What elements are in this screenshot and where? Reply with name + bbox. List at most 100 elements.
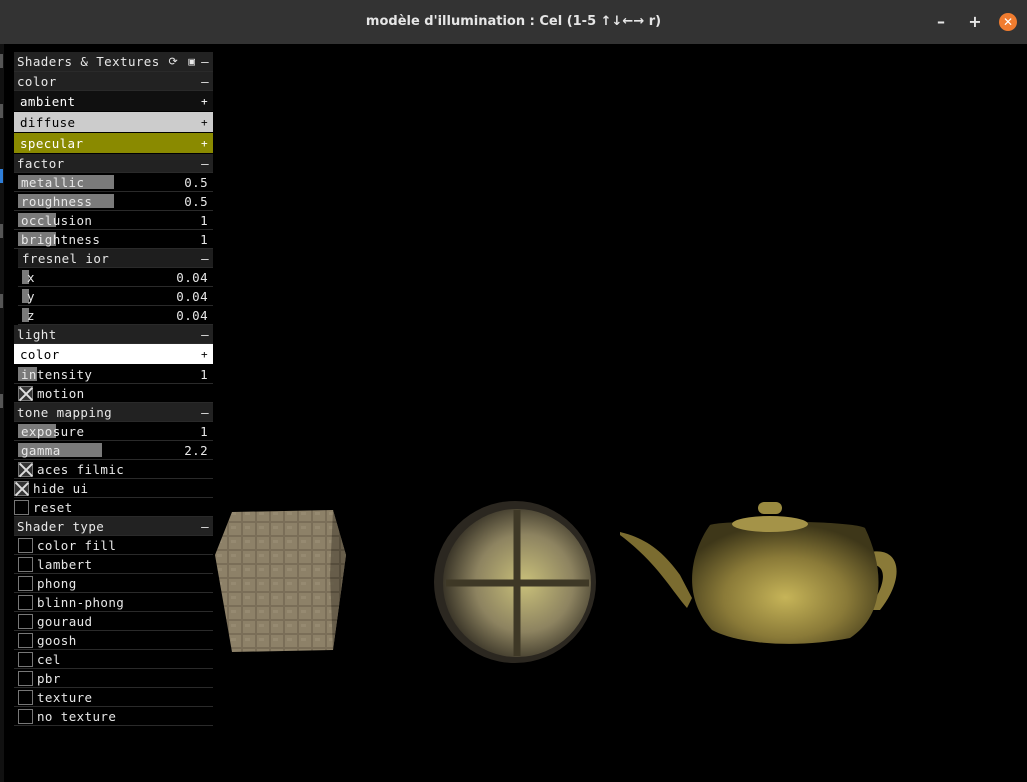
expand-icon[interactable]: + [201,91,208,112]
group-header-shader-type[interactable]: Shader type – [14,517,213,536]
slider-label: gamma [21,443,61,458]
slider-brightness[interactable]: brightness 1 [14,230,213,249]
toggle-motion[interactable]: motion [14,384,213,403]
minimize-button[interactable]: – [931,12,951,32]
edge-marker [0,224,3,238]
slider-value: 0.5 [184,175,208,190]
reset-button[interactable]: reset [14,498,213,517]
expand-icon[interactable]: + [201,344,208,365]
slider-gamma[interactable]: gamma 2.2 [14,441,213,460]
render-viewport[interactable] [200,480,920,680]
teapot [620,502,897,644]
shader-option[interactable]: gouraud [14,612,213,631]
color-specular[interactable]: specular + [14,133,213,154]
slider-metallic[interactable]: metallic 0.5 [14,173,213,192]
slider-value: 1 [200,213,208,228]
slider-intensity[interactable]: intensity 1 [14,365,213,384]
checkbox[interactable] [18,576,33,591]
checkbox-label: texture [37,690,93,705]
color-diffuse[interactable]: diffuse + [14,112,213,133]
slider-value: 1 [200,232,208,247]
checkbox-label: no texture [37,709,117,724]
save-load-icon[interactable]: ⟳ ▣ [169,52,197,72]
checkbox-label: color fill [37,538,117,553]
group-header-tone-mapping[interactable]: tone mapping – [14,403,213,422]
slider-label: z [27,308,35,323]
shader-option[interactable]: texture [14,688,213,707]
group-title: color [17,74,57,89]
group-header-color[interactable]: color – [14,72,213,91]
slider-value: 0.04 [176,270,208,285]
checkbox[interactable] [14,481,29,496]
slider-label: y [27,289,35,304]
checkbox-label: goosh [37,633,77,648]
shader-option[interactable]: cel [14,650,213,669]
checkbox[interactable] [18,595,33,610]
color-ambient[interactable]: ambient + [14,91,213,112]
slider-occlusion[interactable]: occlusion 1 [14,211,213,230]
shader-option[interactable]: no texture [14,707,213,726]
checkbox-label: lambert [37,557,93,572]
panel-header[interactable]: Shaders & Textures ⟳ ▣ – [14,52,213,72]
collapse-icon[interactable]: – [201,52,209,72]
group-title: factor [17,156,65,171]
checkbox-label: hide ui [33,481,89,496]
collapse-icon[interactable]: – [201,154,209,173]
slider-roughness[interactable]: roughness 0.5 [14,192,213,211]
collapse-icon[interactable]: – [201,325,209,344]
desktop-edge [0,44,4,782]
shader-option[interactable]: color fill [14,536,213,555]
group-header-factor[interactable]: factor – [14,154,213,173]
panel-title: Shaders & Textures [17,54,160,69]
edge-marker [0,104,3,118]
teapot-body [692,521,879,644]
shader-option[interactable]: pbr [14,669,213,688]
teapot-knob [758,502,782,514]
shader-option[interactable]: lambert [14,555,213,574]
checkbox[interactable] [18,709,33,724]
checkbox[interactable] [18,386,33,401]
slider-fresnel-z[interactable]: z 0.04 [18,306,213,325]
checkbox[interactable] [18,462,33,477]
close-button[interactable]: ✕ [999,13,1017,31]
toggle-hide-ui[interactable]: hide ui [14,479,213,498]
expand-icon[interactable]: + [201,112,208,133]
collapse-icon[interactable]: – [201,72,209,91]
checkbox[interactable] [18,652,33,667]
checkbox[interactable] [18,690,33,705]
checkbox-label: reset [33,500,73,515]
checkbox[interactable] [18,614,33,629]
checkbox-label: phong [37,576,77,591]
color-light[interactable]: color + [14,344,213,365]
slider-fresnel-y[interactable]: y 0.04 [18,287,213,306]
collapse-icon[interactable]: – [201,403,209,422]
shader-option[interactable]: goosh [14,631,213,650]
slider-value: 0.5 [184,194,208,209]
checkbox[interactable] [14,500,29,515]
textured-cube [215,510,346,652]
cube-front-face [215,510,346,652]
maximize-button[interactable]: + [965,12,985,32]
slider-fresnel-x[interactable]: x 0.04 [18,268,213,287]
group-header-fresnel[interactable]: fresnel ior – [18,249,213,268]
slider-value: 0.04 [176,289,208,304]
slider-label: x [27,270,35,285]
slider-value: 1 [200,424,208,439]
color-label: specular [20,136,84,151]
checkbox[interactable] [18,671,33,686]
group-title: fresnel ior [22,251,110,266]
toggle-aces-filmic[interactable]: aces filmic [14,460,213,479]
checkbox[interactable] [18,633,33,648]
checkbox[interactable] [18,538,33,553]
slider-exposure[interactable]: exposure 1 [14,422,213,441]
collapse-icon[interactable]: – [201,249,209,268]
group-title: light [17,327,57,342]
expand-icon[interactable]: + [201,133,208,154]
group-header-light[interactable]: light – [14,325,213,344]
shader-type-list: color fill lambert phong blinn-phong gouraud… [14,536,213,726]
shader-option[interactable]: blinn-phong [14,593,213,612]
shader-option[interactable]: phong [14,574,213,593]
slider-value: 1 [200,367,208,382]
checkbox-label: pbr [37,671,61,686]
checkbox[interactable] [18,557,33,572]
